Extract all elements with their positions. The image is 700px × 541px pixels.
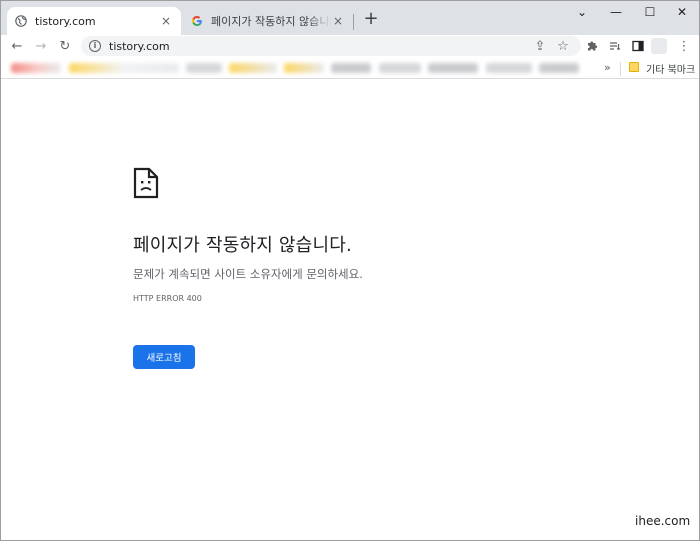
bookmarks-overflow-button[interactable]: » (604, 61, 611, 74)
error-subtitle: 문제가 계속되면 사이트 소유자에게 문의하세요. (133, 267, 363, 281)
tab-title: tistory.com (35, 14, 96, 28)
tab-tistory[interactable]: tistory.com × (7, 7, 181, 35)
url-text[interactable]: tistory.com (109, 40, 170, 53)
bookmark-star-icon[interactable]: ☆ (554, 37, 572, 55)
tab-close-button[interactable]: × (159, 14, 173, 28)
error-title: 페이지가 작동하지 않습니다. (133, 235, 352, 256)
reading-list-icon[interactable] (606, 37, 624, 55)
tab-search-chevron-icon[interactable]: ⌄ (565, 1, 599, 23)
tab-strip: tistory.com × 페이지가 작동하지 않습니다. - Chrome ×… (1, 1, 699, 35)
watermark-text: ihee.com (635, 514, 691, 528)
close-window-button[interactable]: ✕ (665, 1, 699, 23)
reload-page-button[interactable]: 새로고침 (133, 345, 195, 369)
error-code: HTTP ERROR 400 (133, 294, 202, 303)
side-panel-icon[interactable] (629, 37, 647, 55)
reload-button[interactable]: ↻ (56, 37, 74, 55)
globe-icon (15, 15, 27, 27)
profile-avatar[interactable] (651, 38, 667, 54)
sad-document-icon (133, 167, 159, 203)
site-info-icon[interactable]: i (89, 40, 101, 52)
browser-window: tistory.com × 페이지가 작동하지 않습니다. - Chrome ×… (0, 0, 700, 541)
bookmark-item-blurred[interactable] (428, 63, 478, 73)
address-bar[interactable]: i tistory.com (81, 36, 581, 56)
minimize-button[interactable]: — (599, 1, 633, 23)
other-bookmarks-folder[interactable]: 기타 북마크 (646, 61, 695, 76)
bookmark-item-blurred[interactable] (539, 63, 579, 73)
folder-icon (629, 62, 639, 72)
forward-button[interactable]: → (32, 37, 50, 55)
bookmark-item-blurred[interactable] (11, 63, 61, 73)
tab-separator (353, 14, 354, 30)
menu-dots-icon[interactable]: ⋮ (675, 37, 693, 55)
tab-title: 페이지가 작동하지 않습니다. - Chrome (211, 15, 331, 28)
back-button[interactable]: ← (8, 37, 26, 55)
toolbar: ← → ↻ i tistory.com ⇪ ☆ ⋮ (1, 35, 699, 57)
bookmark-item-blurred[interactable] (331, 63, 371, 73)
share-icon[interactable]: ⇪ (531, 37, 549, 55)
google-g-icon (191, 15, 203, 27)
extensions-puzzle-icon[interactable] (583, 37, 601, 55)
bookmark-item-blurred[interactable] (284, 63, 324, 73)
bookmark-item-blurred[interactable] (486, 63, 532, 73)
maximize-button[interactable]: ☐ (633, 1, 667, 23)
bookmark-item-blurred[interactable] (229, 63, 277, 73)
error-page: 페이지가 작동하지 않습니다. 문제가 계속되면 사이트 소유자에게 문의하세요… (1, 80, 699, 540)
bookmark-item-blurred[interactable] (186, 63, 222, 73)
bookmark-item-blurred[interactable] (69, 63, 179, 73)
bookmarks-bar: » 기타 북마크 (1, 59, 699, 79)
bookmark-item-blurred[interactable] (379, 63, 421, 73)
tab-close-button[interactable]: × (331, 14, 345, 28)
tab-error-page[interactable]: 페이지가 작동하지 않습니다. - Chrome × (183, 7, 353, 35)
bookmarks-separator (620, 62, 621, 76)
new-tab-button[interactable]: + (361, 10, 381, 30)
